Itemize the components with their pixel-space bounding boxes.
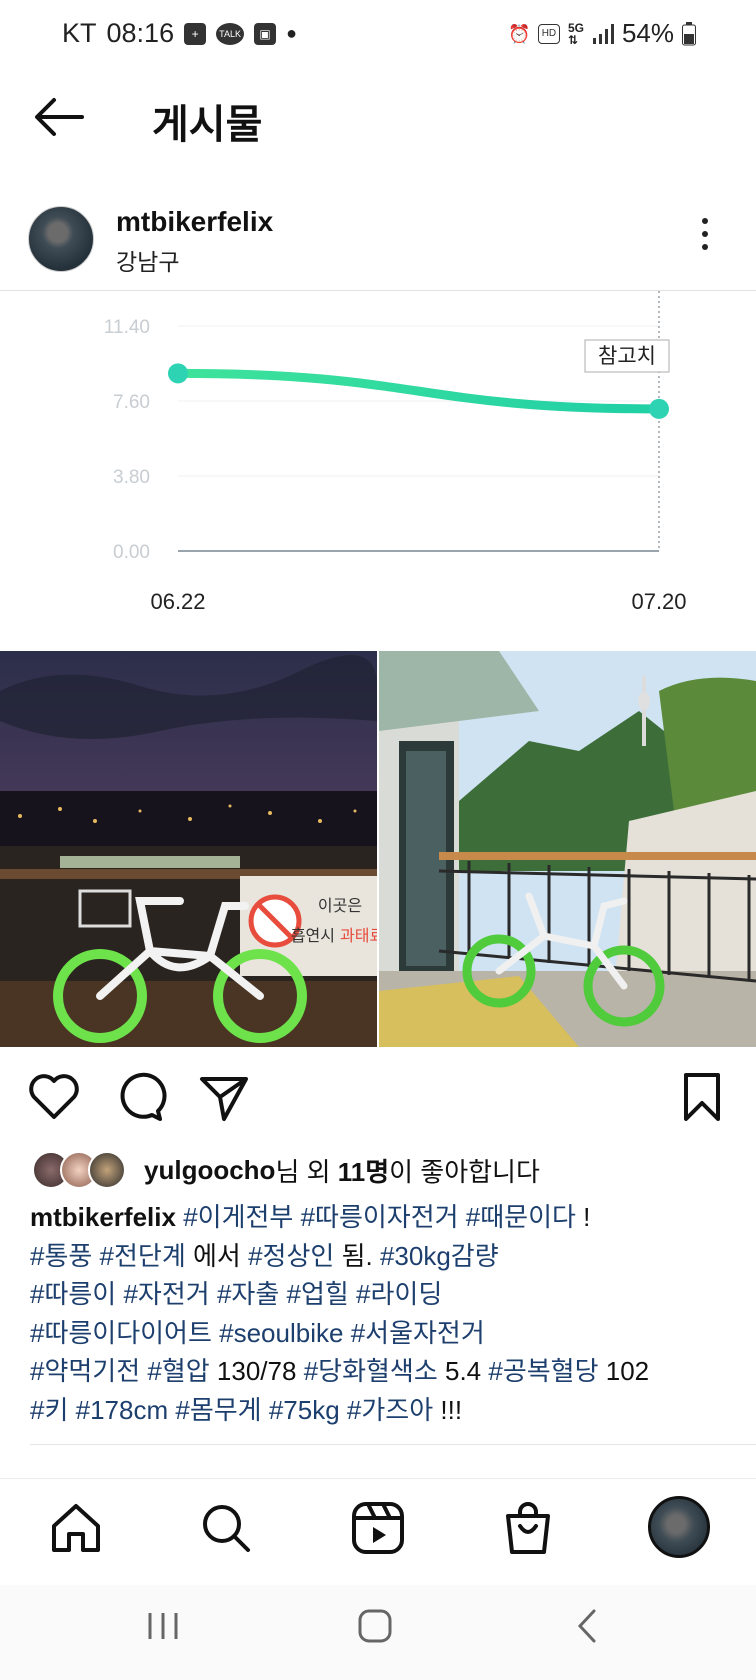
weight-chart: 11.40 7.60 3.80 0.00 06.22 07.20 참고치 bbox=[104, 291, 687, 614]
user-avatar[interactable] bbox=[28, 206, 94, 272]
post-username[interactable]: mtbikerfelix bbox=[116, 206, 273, 238]
photo-day-bike[interactable] bbox=[379, 651, 756, 1047]
dot-icon: ● bbox=[286, 23, 297, 43]
likes-count[interactable]: 11명 bbox=[338, 1152, 389, 1189]
status-right: ⏰ HD 5G ⇅ 54% bbox=[508, 18, 696, 49]
shop-bag-icon[interactable] bbox=[498, 1498, 558, 1558]
hashtag[interactable]: #혈압 bbox=[147, 1356, 209, 1386]
hashtag[interactable]: #따릉이 bbox=[30, 1279, 116, 1309]
chart-series-line bbox=[173, 368, 664, 414]
chart-data-point bbox=[168, 363, 188, 384]
profile-avatar[interactable] bbox=[648, 1496, 710, 1558]
hashtag[interactable]: #업힐 bbox=[286, 1279, 348, 1309]
likes-row[interactable]: yulgoocho 님 외 11명 이 좋아합니다 bbox=[32, 1150, 540, 1190]
photo-night-bike[interactable]: 이곳은 흡연시 과태료 bbox=[0, 651, 377, 1047]
hashtag[interactable]: #따릉이자전거 bbox=[301, 1202, 459, 1232]
hashtag[interactable]: #이게전부 bbox=[183, 1202, 293, 1232]
hashtag[interactable]: #전단계 bbox=[100, 1241, 186, 1271]
hashtag[interactable]: #몸무게 bbox=[175, 1395, 261, 1425]
hd-icon: HD bbox=[537, 23, 560, 44]
battery-icon bbox=[682, 21, 696, 45]
back-arrow-icon[interactable] bbox=[30, 92, 88, 142]
hashtag[interactable]: #정상인 bbox=[248, 1241, 334, 1271]
hashtag[interactable]: #약먹기전 bbox=[30, 1356, 140, 1386]
caption-text: 됨. bbox=[341, 1240, 373, 1271]
liker-username[interactable]: yulgoocho bbox=[144, 1155, 275, 1186]
more-options-icon[interactable] bbox=[690, 218, 720, 258]
hashtag[interactable]: #178cm bbox=[76, 1395, 169, 1425]
hashtag[interactable]: #때문이다 bbox=[466, 1202, 576, 1232]
bookmark-icon[interactable] bbox=[674, 1069, 730, 1125]
battery-percent: 54% bbox=[621, 18, 674, 48]
caption-text: !!! bbox=[440, 1394, 463, 1425]
5g-icon: 5G ⇅ bbox=[567, 20, 584, 47]
chart-x-tick-label: 06.22 bbox=[150, 589, 205, 614]
hashtag[interactable]: #키 bbox=[30, 1395, 68, 1425]
post-caption: mtbikerfelix #이게전부 #따릉이자전거 #때문이다 ! #통풍 #… bbox=[30, 1198, 730, 1429]
chart-y-tick-label: 11.40 bbox=[104, 317, 150, 338]
comment-icon[interactable] bbox=[112, 1069, 168, 1125]
hashtag[interactable]: #seoulbike bbox=[219, 1318, 343, 1348]
post-location[interactable]: 강남구 bbox=[116, 243, 179, 277]
hashtag[interactable]: #자출 bbox=[217, 1279, 279, 1309]
search-icon[interactable] bbox=[196, 1498, 256, 1558]
caption-text: ! bbox=[583, 1202, 591, 1232]
reels-icon[interactable] bbox=[348, 1498, 408, 1558]
chart-y-tick-label: 0.00 bbox=[113, 542, 150, 563]
sign-text-2: 흡연시 bbox=[291, 927, 335, 945]
page-title: 게시물 bbox=[152, 103, 263, 147]
caption-username[interactable]: mtbikerfelix bbox=[30, 1202, 176, 1232]
signal-icon bbox=[592, 23, 614, 44]
share-send-icon[interactable] bbox=[196, 1069, 252, 1125]
status-left: KT 08:16 + TALK ▣ ● bbox=[62, 18, 297, 49]
hashtag[interactable]: #라이딩 bbox=[356, 1279, 442, 1309]
caption-text: 102 bbox=[605, 1356, 650, 1386]
hashtag[interactable]: #서울자전거 bbox=[351, 1318, 485, 1348]
hashtag[interactable]: #통풍 bbox=[30, 1241, 92, 1271]
home-icon[interactable] bbox=[46, 1498, 106, 1558]
liker-avatar bbox=[88, 1151, 126, 1189]
chart-annotation: 참고치 bbox=[584, 339, 670, 373]
hashtag[interactable]: #자전거 bbox=[123, 1279, 209, 1309]
hashtag[interactable]: #30kg감량 bbox=[380, 1241, 499, 1271]
like-heart-icon[interactable] bbox=[26, 1069, 82, 1125]
sign-text-1: 이곳은 bbox=[318, 897, 362, 915]
image-icon: ▣ bbox=[254, 22, 277, 45]
caption-text: 130/78 bbox=[216, 1356, 297, 1386]
hashtag[interactable]: #당화혈색소 bbox=[304, 1356, 438, 1386]
chart-annotation-label: 참고치 bbox=[598, 345, 656, 368]
sign-text-3: 과태료 bbox=[340, 927, 377, 945]
chart-data-point bbox=[649, 398, 669, 419]
carrier-label: KT bbox=[62, 18, 97, 48]
caption-text: 5.4 bbox=[444, 1356, 482, 1386]
talk-icon: TALK bbox=[216, 22, 245, 45]
chart-y-tick-label: 7.60 bbox=[113, 392, 150, 413]
chart-y-tick-label: 3.80 bbox=[113, 467, 150, 488]
recent-apps-icon[interactable] bbox=[146, 1609, 180, 1643]
hashtag[interactable]: #가즈아 bbox=[347, 1395, 433, 1425]
status-bar: KT 08:16 + TALK ▣ ● ⏰ HD 5G ⇅ 54% bbox=[0, 0, 756, 72]
clock: 08:16 bbox=[106, 18, 175, 48]
hashtag[interactable]: #공복혈당 bbox=[488, 1356, 598, 1386]
divider bbox=[30, 1444, 756, 1445]
caption-text: 에서 bbox=[193, 1240, 241, 1271]
hashtag[interactable]: #따릉이다이어트 bbox=[30, 1318, 212, 1348]
system-nav-bar bbox=[0, 1585, 756, 1680]
plus-icon: + bbox=[184, 22, 207, 45]
likes-text-1: 님 외 bbox=[275, 1156, 338, 1187]
alarm-icon: ⏰ bbox=[507, 23, 531, 44]
home-button-icon[interactable] bbox=[356, 1607, 394, 1645]
chart-x-tick-label: 07.20 bbox=[631, 589, 686, 614]
likes-text-2: 이 좋아합니다 bbox=[389, 1156, 540, 1187]
divider bbox=[0, 1478, 756, 1479]
back-button-icon[interactable] bbox=[572, 1607, 602, 1645]
hashtag[interactable]: #75kg bbox=[269, 1395, 340, 1425]
